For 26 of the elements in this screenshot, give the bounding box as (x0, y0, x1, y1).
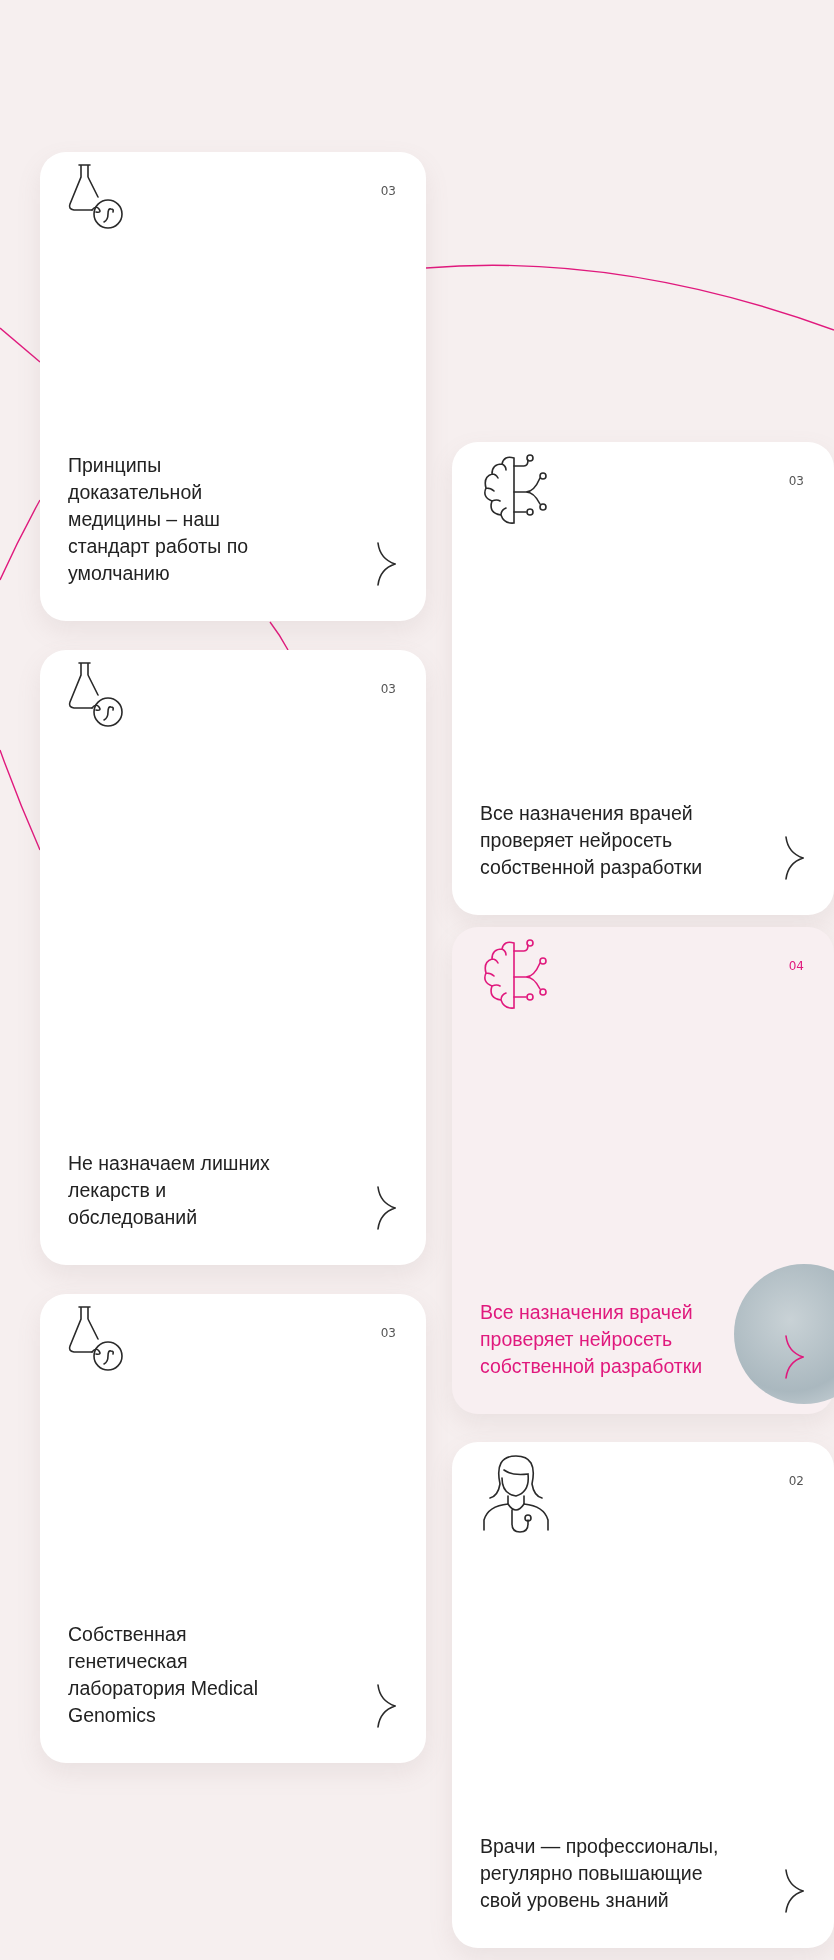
doctor-icon (480, 1454, 552, 1536)
chevron-right-icon[interactable] (376, 1185, 396, 1231)
card-text: Все назначения врачей проверяет нейросеть собственной разработки (480, 801, 704, 880)
chevron-right-icon[interactable] (376, 1683, 396, 1729)
card-number: 03 (380, 183, 396, 200)
chevron-right-icon[interactable] (376, 541, 396, 587)
feature-card[interactable]: 03 Все назначения врачей проверяет нейросеть собственной разработки (452, 442, 834, 915)
curve-line (269, 621, 289, 651)
chevron-right-icon[interactable] (784, 835, 804, 881)
card-number: 04 (788, 958, 804, 975)
card-text: Врачи — профессионалы, регулярно повышающие свой уровень знаний (480, 1834, 720, 1913)
card-number: 03 (380, 681, 396, 698)
card-text: Принципы доказательной медицины – наш стандарт работы по умолчанию (68, 453, 250, 586)
feature-card[interactable]: 03 Собственная генетическая лаборатория Medical Genomics (40, 1294, 426, 1763)
curve-line (0, 327, 41, 363)
feature-card[interactable]: 03 Не назначаем лишних лекарств и обследований (40, 650, 426, 1265)
feature-card[interactable]: 03 Принципы доказательной медицины – наш стандарт работы по умолчанию (40, 152, 426, 621)
card-number: 03 (380, 1325, 396, 1342)
card-text: Не назначаем лишних лекарств и обследований (68, 1151, 271, 1230)
card-number: 03 (788, 473, 804, 490)
feature-card[interactable]: 02 Врачи — профессионалы, регулярно повышающие свой уровень знаний (452, 1442, 834, 1948)
card-number: 02 (788, 1473, 804, 1490)
feature-card[interactable]: 04 Все назначения врачей проверяет нейросеть собственной разработки (452, 927, 834, 1414)
chevron-right-icon[interactable] (784, 1868, 804, 1914)
card-text: Собственная генетическая лаборатория Medical Genomics (68, 1622, 259, 1728)
card-text: Все назначения врачей проверяет нейросеть собственной разработки (480, 1300, 704, 1379)
